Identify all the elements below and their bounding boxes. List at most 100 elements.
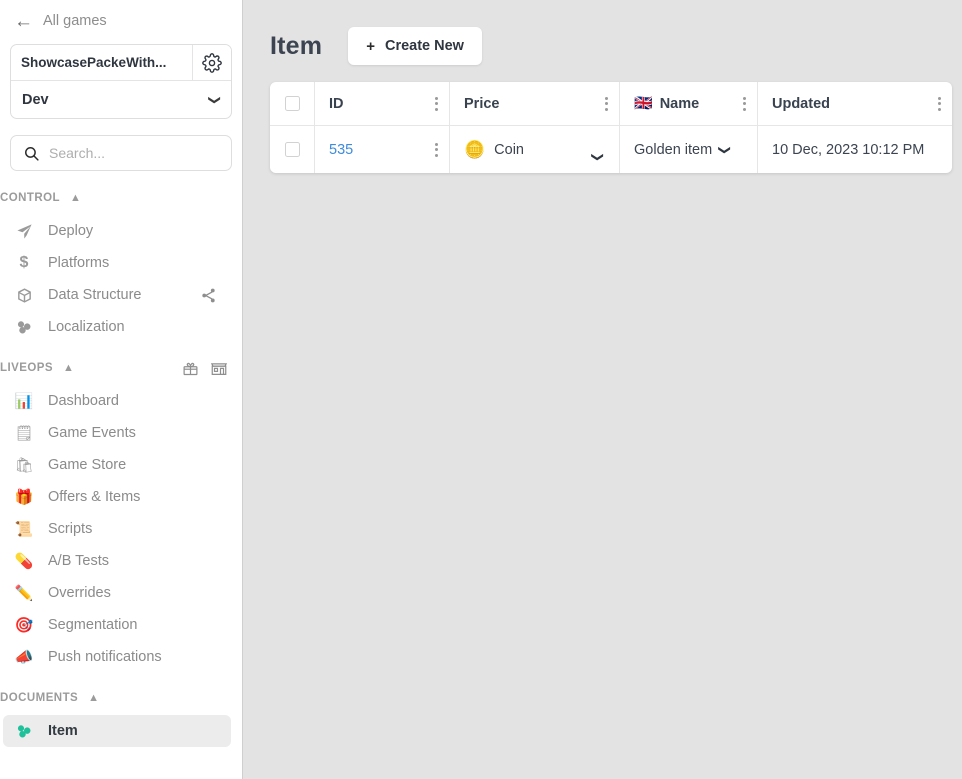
pill-emoji-icon: 💊 xyxy=(14,553,34,570)
sidebar-item-scripts[interactable]: 📜 Scripts xyxy=(3,513,231,545)
sidebar-item-ab-tests[interactable]: 💊 A/B Tests xyxy=(3,545,231,577)
sidebar-item-deploy[interactable]: Deploy xyxy=(3,215,231,247)
section-header-control[interactable]: CONTROL ▲ xyxy=(0,187,242,209)
environment-selector[interactable]: Dev ❯ xyxy=(11,81,231,118)
game-selector: ShowcasePackeWith... Dev ❯ xyxy=(10,44,232,119)
row-menu-icon[interactable] xyxy=(435,142,438,157)
pencil-emoji-icon: ✏️ xyxy=(14,585,34,602)
gear-icon xyxy=(202,52,222,73)
dart-emoji-icon: 🎯 xyxy=(14,617,34,634)
section-header-liveops[interactable]: LIVEOPS ▲ xyxy=(0,357,242,379)
sidebar-item-label: A/B Tests xyxy=(48,553,109,569)
sidebar-item-label: Data Structure xyxy=(48,287,142,303)
column-label: Price xyxy=(464,95,500,112)
chevron-up-icon: ▲ xyxy=(88,692,100,704)
molecule-icon-teal xyxy=(13,722,35,740)
select-all-cell[interactable] xyxy=(270,82,315,125)
search-icon xyxy=(23,145,40,162)
sidebar-item-label: Dashboard xyxy=(48,393,119,409)
sidebar-item-platforms[interactable]: $ Platforms xyxy=(3,247,231,279)
row-select-cell[interactable] xyxy=(270,126,315,173)
create-new-label: Create New xyxy=(384,38,464,54)
game-name[interactable]: ShowcasePackeWith... xyxy=(11,45,192,80)
sidebar-item-label: Scripts xyxy=(48,521,93,537)
page-header: Item + Create New xyxy=(270,22,950,70)
game-row: ShowcasePackeWith... xyxy=(11,45,231,81)
table-header-row: ID Price 🇬🇧 Name Updated xyxy=(270,82,952,126)
sidebar-item-label: Offers & Items xyxy=(48,489,141,505)
cell-price[interactable]: 🪙 Coin ❯ xyxy=(450,126,620,173)
sidebar-item-label: Platforms xyxy=(48,255,110,271)
share-icon[interactable] xyxy=(200,287,217,304)
chevron-down-icon[interactable]: ❯ xyxy=(718,144,732,154)
sidebar-item-overrides[interactable]: ✏️ Overrides xyxy=(3,577,231,609)
sidebar-item-game-store[interactable]: 🛍 Game Store xyxy=(3,449,231,481)
gift-icon[interactable] xyxy=(182,360,199,377)
updated-value: 10 Dec, 2023 10:12 PM xyxy=(772,141,925,158)
bar-chart-emoji-icon: 📊 xyxy=(14,393,34,410)
column-header-price[interactable]: Price xyxy=(450,82,620,125)
chevron-up-icon: ▲ xyxy=(63,362,74,374)
chevron-down-icon[interactable]: ❯ xyxy=(591,151,605,161)
sidebar-item-dashboard[interactable]: 📊 Dashboard xyxy=(3,385,231,417)
section-title-documents: DOCUMENTS xyxy=(0,692,79,704)
sidebar-item-segmentation[interactable]: 🎯 Segmentation xyxy=(3,609,231,641)
column-label: Updated xyxy=(772,95,830,112)
sidebar-item-game-events[interactable]: 🗒 Game Events xyxy=(3,417,231,449)
scroll-emoji-icon: 📜 xyxy=(14,521,34,538)
back-arrow-icon: ← xyxy=(14,10,33,32)
environment-name: Dev xyxy=(22,91,49,108)
store-icon[interactable] xyxy=(210,359,228,377)
app-root: ← All games ShowcasePackeWith... Dev ❯ S… xyxy=(0,0,962,779)
column-menu-icon[interactable] xyxy=(435,96,438,111)
search-placeholder: Search... xyxy=(49,145,106,161)
search-input-wrapper[interactable]: Search... xyxy=(10,135,232,171)
plus-icon: + xyxy=(366,37,375,55)
sidebar-item-data-structure[interactable]: Data Structure xyxy=(3,279,231,311)
price-label: Coin xyxy=(494,141,524,158)
column-label: ID xyxy=(329,95,344,112)
column-menu-icon[interactable] xyxy=(743,96,746,111)
main-content: Item + Create New ID Price 🇬🇧 Name Updat… xyxy=(243,0,962,779)
sidebar-item-push-notifications[interactable]: 📣 Push notifications xyxy=(3,641,231,673)
sidebar-item-label: Game Store xyxy=(48,457,127,473)
sidebar-item-label: Overrides xyxy=(48,585,111,601)
sidebar-item-label: Segmentation xyxy=(48,617,138,633)
gift-emoji-icon: 🎁 xyxy=(14,489,34,506)
chevron-up-icon: ▲ xyxy=(70,192,81,204)
column-header-updated[interactable]: Updated xyxy=(758,82,952,125)
all-games-label: All games xyxy=(43,13,107,29)
item-id-link[interactable]: 535 xyxy=(329,142,353,158)
dollar-icon: $ xyxy=(19,254,29,271)
game-settings-button[interactable] xyxy=(192,45,231,80)
paper-plane-icon xyxy=(13,223,35,240)
sidebar: ← All games ShowcasePackeWith... Dev ❯ S… xyxy=(0,0,243,779)
column-header-id[interactable]: ID xyxy=(315,82,450,125)
section-header-documents[interactable]: DOCUMENTS ▲ xyxy=(0,687,242,709)
column-header-name[interactable]: 🇬🇧 Name xyxy=(620,82,758,125)
all-games-back-link[interactable]: ← All games xyxy=(0,0,242,42)
shopping-bags-emoji-icon: 🛍 xyxy=(14,457,34,474)
select-all-checkbox[interactable] xyxy=(284,96,300,111)
box-icon xyxy=(13,287,35,304)
column-menu-icon[interactable] xyxy=(938,96,941,111)
uk-flag-icon: 🇬🇧 xyxy=(634,95,653,112)
create-new-button[interactable]: + Create New xyxy=(348,27,482,65)
row-checkbox[interactable] xyxy=(284,142,300,157)
sidebar-item-item[interactable]: Item xyxy=(3,715,231,747)
name-label: Golden item xyxy=(634,141,713,158)
column-menu-icon[interactable] xyxy=(605,96,608,111)
sidebar-item-localization[interactable]: Localization xyxy=(3,311,231,343)
section-actions xyxy=(182,359,228,377)
section-title-control: CONTROL xyxy=(0,192,61,204)
molecule-icon xyxy=(13,318,35,336)
cell-name[interactable]: Golden item ❯ xyxy=(620,126,758,173)
page-title: Item xyxy=(270,31,323,60)
table-row[interactable]: 535 🪙 Coin ❯ Golden item ❯ 10 Dec, 2023 … xyxy=(270,126,952,173)
section-title-liveops: LIVEOPS xyxy=(0,362,53,374)
items-table: ID Price 🇬🇧 Name Updated 535 🪙 Coin ❯ Go… xyxy=(270,82,952,173)
megaphone-emoji-icon: 📣 xyxy=(14,649,34,666)
sidebar-item-label: Deploy xyxy=(48,223,94,239)
sidebar-item-offers-and-items[interactable]: 🎁 Offers & Items xyxy=(3,481,231,513)
